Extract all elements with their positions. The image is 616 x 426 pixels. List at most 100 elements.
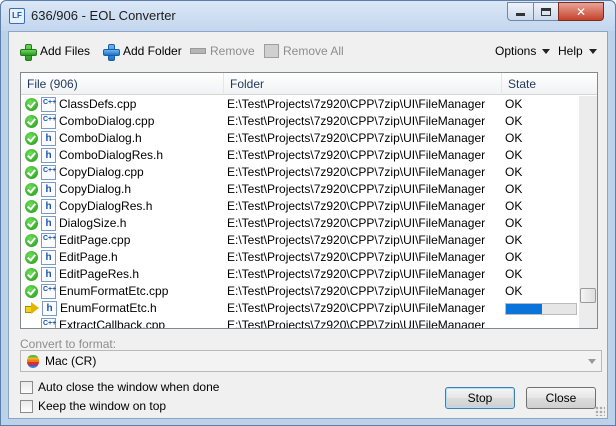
add-files-icon <box>19 43 37 61</box>
list-row[interactable]: C++ ExtractCallback.cpp E:\Test\Projects\7… <box>21 317 579 329</box>
eol-converter-app-icon: LF <box>9 8 25 24</box>
state-value: OK <box>505 165 523 179</box>
help-label: Help <box>558 44 583 58</box>
list-row[interactable]: C++ EditPage.cpp E:\Test\Projects\7z920\CP… <box>21 232 579 249</box>
vertical-scrollbar[interactable] <box>579 96 597 328</box>
format-select[interactable]: Mac (CR) <box>20 350 602 372</box>
header-file-icon: h <box>41 216 56 231</box>
add-folder-icon <box>102 43 120 61</box>
file-cell: h ComboDialogRes.h <box>25 147 221 164</box>
header-file-icon: h <box>41 182 56 197</box>
list-row[interactable]: h EditPageRes.h E:\Test\Projects\7z920\CPP… <box>21 266 579 283</box>
file-name: CopyDialogRes.h <box>59 199 153 213</box>
list-row[interactable]: h EditPage.h E:\Test\Projects\7z920\CPP\7z… <box>21 249 579 266</box>
state-cell: OK <box>505 181 579 198</box>
folder-cell: E:\Test\Projects\7z920\CPP\7zip\UI\FileM… <box>227 318 486 329</box>
list-body: C++ ClassDefs.cpp E:\Test\Projects\7z920\C… <box>21 96 579 329</box>
add-folder-button[interactable]: Add Folder <box>102 41 182 61</box>
scroll-thumb[interactable] <box>580 287 596 303</box>
resize-grip[interactable] <box>595 406 605 416</box>
column-header-folder[interactable]: Folder <box>223 73 501 95</box>
file-cell: C++ ClassDefs.cpp <box>25 96 221 113</box>
chevron-down-icon[interactable] <box>588 359 596 364</box>
folder-cell: E:\Test\Projects\7z920\CPP\7zip\UI\FileM… <box>227 199 486 213</box>
close-icon: ✕ <box>575 4 587 19</box>
list-row[interactable]: h ComboDialog.h E:\Test\Projects\7z920\CPP… <box>21 130 579 147</box>
file-cell: C++ CopyDialog.cpp <box>25 164 221 181</box>
window-title: 636/906 - EOL Converter <box>31 8 176 23</box>
options-menu[interactable]: Options <box>495 41 551 61</box>
state-value: OK <box>505 284 523 298</box>
file-name: EnumFormatEtc.cpp <box>59 284 169 298</box>
file-cell: h EditPage.h <box>25 249 221 266</box>
list-header: File (906) Folder State <box>21 73 597 95</box>
check-icon <box>25 268 38 281</box>
state-value: OK <box>505 182 523 196</box>
list-row[interactable]: C++ CopyDialog.cpp E:\Test\Projects\7z920\… <box>21 164 579 181</box>
file-name: EnumFormatEtc.h <box>60 301 157 315</box>
file-name: CopyDialog.h <box>59 182 132 196</box>
list-row[interactable]: h CopyDialogRes.h E:\Test\Projects\7z920\C… <box>21 198 579 215</box>
list-row[interactable]: h EnumFormatEtc.h E:\Test\Projects\7z920\C… <box>21 300 579 317</box>
remove-button[interactable]: Remove <box>190 41 255 61</box>
list-row[interactable]: h DialogSize.h E:\Test\Projects\7z920\CPP\… <box>21 215 579 232</box>
file-name: EditPage.cpp <box>59 233 131 247</box>
check-icon <box>25 234 38 247</box>
remove-all-icon <box>264 44 279 58</box>
check-icon <box>25 166 38 179</box>
file-name: ComboDialogRes.h <box>59 148 164 162</box>
file-name: ClassDefs.cpp <box>59 97 137 111</box>
list-row[interactable]: C++ EnumFormatEtc.cpp E:\Test\Projects\7z9… <box>21 283 579 300</box>
header-file-icon: h <box>41 267 56 282</box>
folder-cell: E:\Test\Projects\7z920\CPP\7zip\UI\FileM… <box>227 182 486 196</box>
folder-cell: E:\Test\Projects\7z920\CPP\7zip\UI\FileM… <box>227 267 486 281</box>
add-files-button[interactable]: Add Files <box>19 41 90 61</box>
folder-cell: E:\Test\Projects\7z920\CPP\7zip\UI\FileM… <box>227 216 486 230</box>
help-menu[interactable]: Help <box>558 41 597 61</box>
file-cell: h CopyDialogRes.h <box>25 198 221 215</box>
folder-cell: E:\Test\Projects\7z920\CPP\7zip\UI\FileM… <box>227 250 486 264</box>
maximize-icon <box>541 7 551 16</box>
check-icon <box>25 251 38 264</box>
chevron-down-icon <box>588 48 597 54</box>
column-header-file[interactable]: File (906) <box>21 73 223 95</box>
column-header-state[interactable]: State <box>501 73 579 95</box>
list-row[interactable]: C++ ComboDialog.cpp E:\Test\Projects\7z920… <box>21 113 579 130</box>
list-row[interactable]: h CopyDialog.h E:\Test\Projects\7z920\CPP\… <box>21 181 579 198</box>
header-file-icon: h <box>42 301 57 316</box>
check-icon <box>25 115 38 128</box>
close-window-button[interactable]: ✕ <box>558 2 604 21</box>
state-cell: OK <box>505 130 579 147</box>
arrow-right-icon <box>25 302 39 315</box>
keep-on-top-checkbox[interactable] <box>20 399 33 413</box>
file-cell: C++ EditPage.cpp <box>25 232 221 249</box>
state-value: OK <box>505 216 523 230</box>
close-button[interactable]: Close <box>526 387 596 409</box>
auto-close-option[interactable]: Auto close the window when done <box>20 380 219 394</box>
list-row[interactable]: h ComboDialogRes.h E:\Test\Projects\7z920\… <box>21 147 579 164</box>
maximize-button[interactable] <box>533 2 559 21</box>
progress-fill <box>506 304 543 314</box>
check-icon <box>25 132 38 145</box>
file-name: DialogSize.h <box>59 216 127 230</box>
file-cell: h ComboDialog.h <box>25 130 221 147</box>
title-bar[interactable]: LF 636/906 - EOL Converter ✕ <box>1 1 615 31</box>
list-row[interactable]: C++ ClassDefs.cpp E:\Test\Projects\7z920\C… <box>21 96 579 113</box>
keep-on-top-option[interactable]: Keep the window on top <box>20 399 166 413</box>
folder-cell: E:\Test\Projects\7z920\CPP\7zip\UI\FileM… <box>227 284 486 298</box>
remove-all-button[interactable]: Remove All <box>264 41 344 61</box>
state-cell: OK <box>505 96 579 113</box>
state-cell <box>505 317 579 328</box>
file-cell: C++ ExtractCallback.cpp <box>25 317 221 328</box>
chevron-down-icon <box>542 48 551 54</box>
auto-close-checkbox[interactable] <box>20 380 33 394</box>
stop-button[interactable]: Stop <box>445 387 515 409</box>
state-cell: OK <box>505 164 579 181</box>
file-list[interactable]: File (906) Folder State C++ ClassDefs.cpp… <box>20 72 598 329</box>
state-value: OK <box>505 250 523 264</box>
minimize-button[interactable] <box>507 2 534 21</box>
remove-label: Remove <box>210 44 255 58</box>
app-window: LF 636/906 - EOL Converter ✕ Add Files A… <box>0 0 616 426</box>
format-selected-value: Mac (CR) <box>45 354 97 368</box>
cpp-file-icon: C++ <box>41 114 56 129</box>
